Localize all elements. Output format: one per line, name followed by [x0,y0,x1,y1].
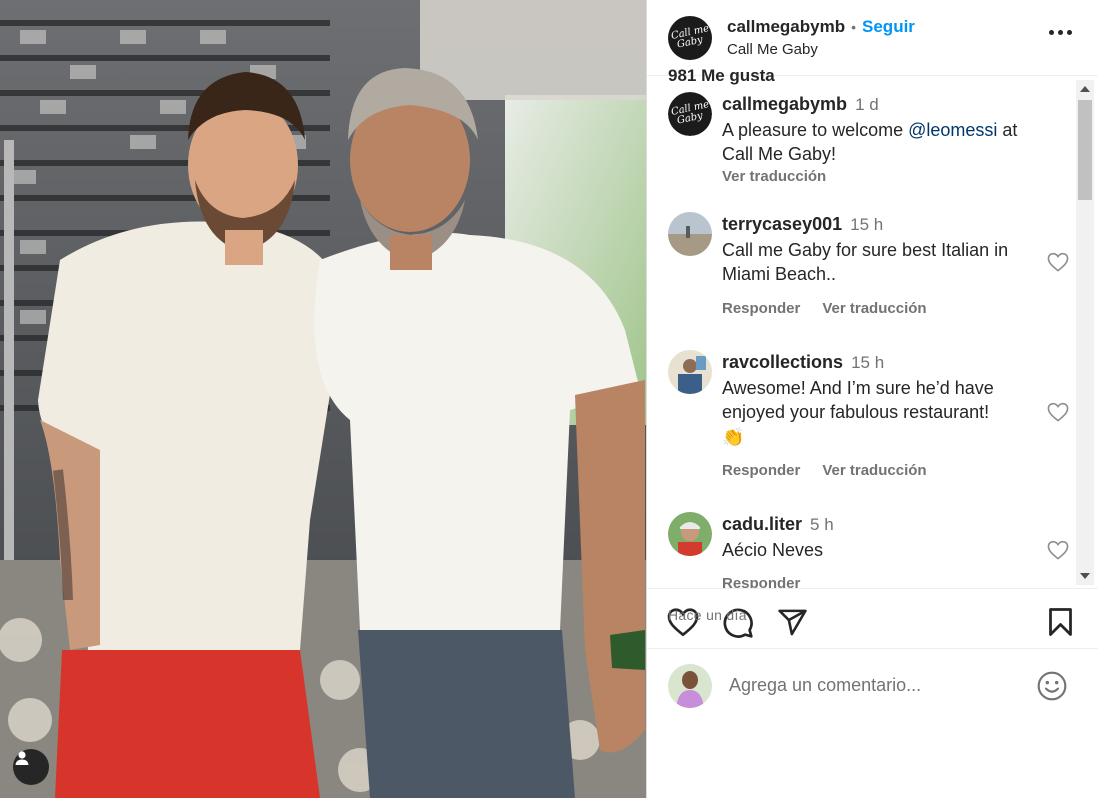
commenter-avatar-image [668,512,712,556]
current-user-avatar-image [668,663,712,708]
follow-button[interactable]: Seguir [862,17,915,37]
comment-username[interactable]: ravcollections [722,352,843,372]
scrollbar-thumb[interactable] [1078,100,1092,200]
tagged-users-button[interactable] [13,749,49,785]
caption-mention-link[interactable]: @leomessi [908,120,997,140]
comment-text: terrycasey001 15 h Call me Gaby for sure … [722,212,1037,287]
comment-time: 5 h [810,515,834,534]
instagram-post-modal: Call me Gaby callmegabymb • Seguir Call … [0,0,1098,798]
caption-text: callmegabymb 1 d A pleasure to welcome @l… [722,92,1037,167]
add-comment-bar [647,648,1098,722]
user-icon [15,751,29,765]
comments-list[interactable]: Call me Gaby callmegabymb 1 d A pleasure … [647,76,1098,589]
commenter-avatar-image [668,212,712,256]
comment-message: Awesome! And I’m sure he’d have enjoyed … [722,377,994,423]
likes-count[interactable]: 981 Me gusta [668,66,775,86]
comment-item: cadu.liter 5 h Aécio Neves Responder [668,512,1069,588]
heart-icon[interactable] [1047,252,1069,272]
comment-body: terrycasey001 15 h Call me Gaby for sure … [722,212,1037,321]
separator-dot: • [851,19,857,35]
comment-actions: Responder [722,572,1037,588]
post-caption: Call me Gaby callmegabymb 1 d A pleasure … [668,92,1063,186]
caption-avatar-logo: Call me Gaby [668,92,712,136]
reply-button[interactable]: Responder [722,459,800,484]
account-avatar[interactable]: Call me Gaby [668,15,712,60]
heart-icon[interactable] [1047,402,1069,422]
comment-body: cadu.liter 5 h Aécio Neves Responder [722,512,1037,588]
smiley-icon[interactable] [1036,670,1068,702]
comment-input[interactable] [729,675,1029,696]
translate-button[interactable]: Ver traducción [822,297,926,322]
caption-text-before: A pleasure to welcome [722,119,909,140]
reply-button[interactable]: Responder [722,572,800,588]
header-top-row: callmegabymb • Seguir [727,17,915,37]
commenter-avatar[interactable] [668,350,712,394]
post-header: Call me Gaby callmegabymb • Seguir Call … [647,0,1098,76]
post-photo-illustration [0,0,646,798]
translate-button[interactable]: Ver traducción [822,459,926,484]
reply-button[interactable]: Responder [722,297,800,322]
more-dots-icon[interactable] [1049,30,1072,35]
caption-username[interactable]: callmegabymb [722,94,847,114]
comment-message: Aécio Neves [722,539,824,560]
commenter-avatar[interactable] [668,512,712,556]
comment-message: Call me Gaby for sure best Italian in Mi… [722,239,1009,285]
caption-avatar[interactable]: Call me Gaby [668,92,712,136]
comment-actions: Responder Ver traducción [722,459,1037,484]
comment-username[interactable]: cadu.liter [722,514,802,534]
commenter-avatar-image [668,350,712,394]
caption-body: callmegabymb 1 d A pleasure to welcome @l… [722,92,1037,186]
current-user-avatar [668,663,712,708]
commenter-avatar[interactable] [668,212,712,256]
scroll-down-arrow-icon[interactable] [1080,573,1090,579]
comment-item: ravcollections 15 h Awesome! And I’m sure… [668,350,1069,484]
comment-item: terrycasey001 15 h Call me Gaby for sure … [668,212,1069,321]
account-username[interactable]: callmegabymb [727,17,845,37]
comment-body: ravcollections 15 h Awesome! And I’m sure… [722,350,1037,484]
comment-time: 15 h [850,215,884,234]
post-details-panel: Call me Gaby callmegabymb • Seguir Call … [646,0,1098,798]
clapping-emoji: 👏 [722,426,745,447]
caption-time: 1 d [855,95,879,114]
post-photo[interactable] [0,0,646,798]
comment-text: cadu.liter 5 h Aécio Neves [722,512,1037,562]
scroll-up-arrow-icon[interactable] [1080,86,1090,92]
caption-translate-link[interactable]: Ver traducción [722,168,1037,186]
location-link[interactable]: Call Me Gaby [727,41,915,58]
comment-actions: Responder Ver traducción [722,297,1037,322]
paper-plane-icon[interactable] [777,607,808,638]
comment-text: ravcollections 15 h Awesome! And I’m sure… [722,350,1037,449]
posted-time: Hace un día [668,607,747,623]
heart-icon[interactable] [1047,540,1069,560]
comment-username[interactable]: terrycasey001 [722,214,842,234]
comment-time: 15 h [851,353,885,372]
header-text: callmegabymb • Seguir Call Me Gaby [727,17,915,58]
bookmark-icon[interactable] [1047,607,1074,637]
comments-scrollbar[interactable] [1076,80,1094,585]
